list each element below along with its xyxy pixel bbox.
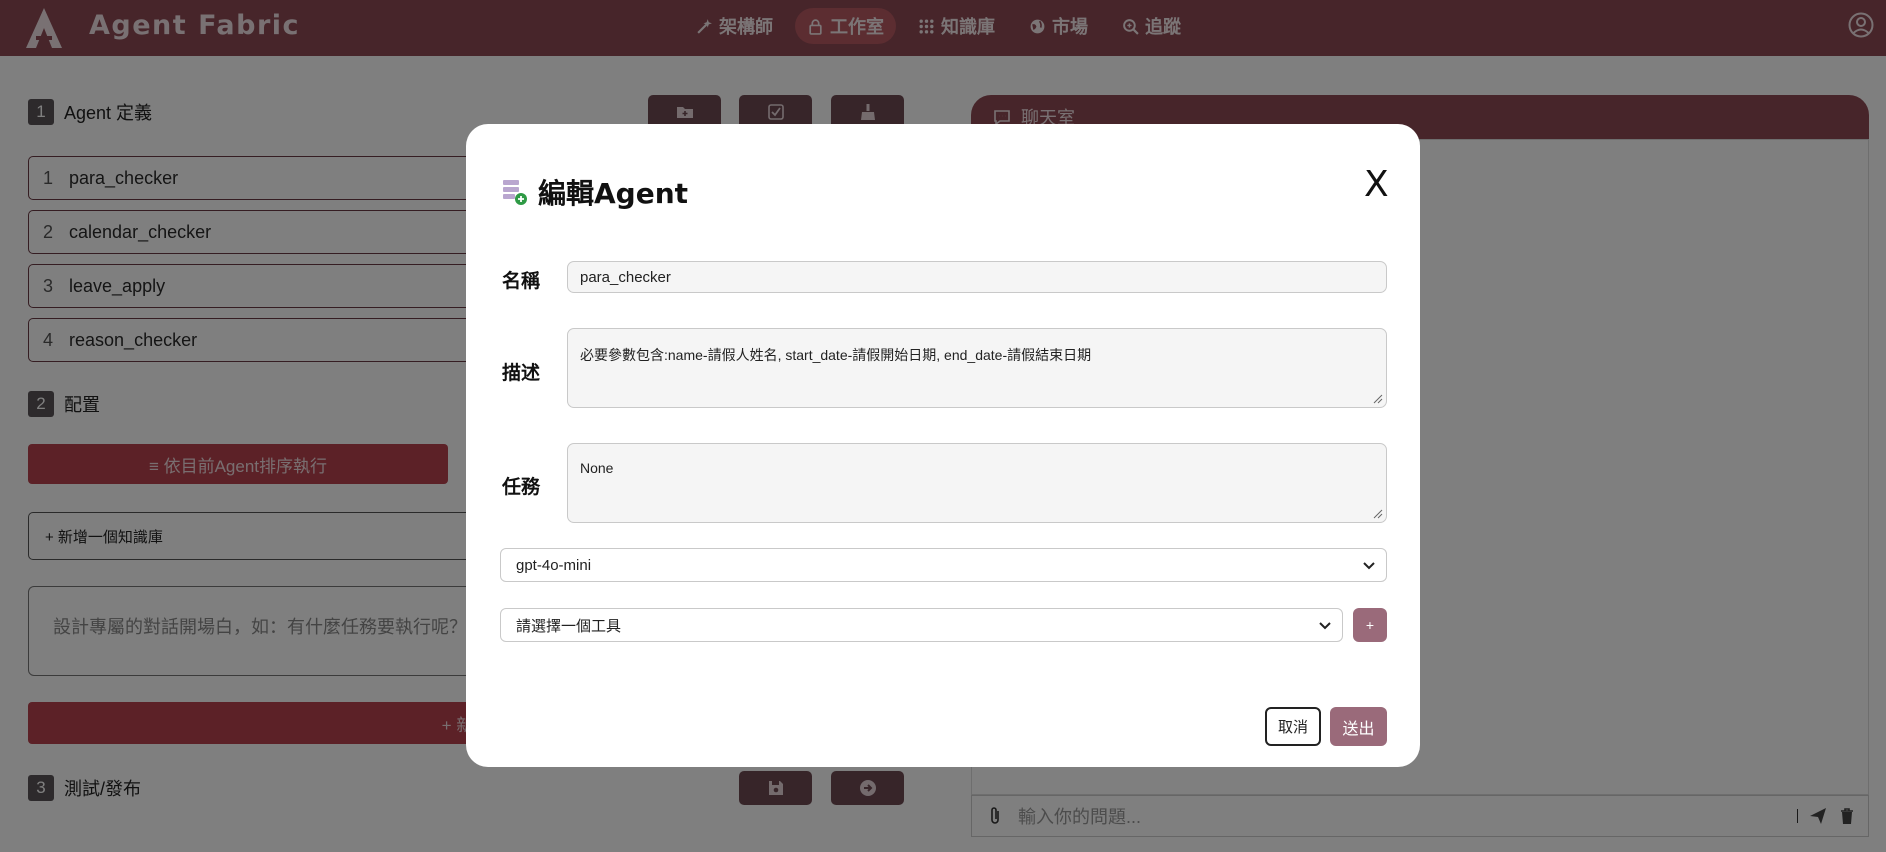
- close-button[interactable]: X: [1364, 164, 1389, 205]
- description-label: 描述: [502, 363, 541, 384]
- add-tool-button[interactable]: +: [1353, 608, 1387, 642]
- modal-title: 編輯Agent: [502, 172, 688, 212]
- modal-title-text: 編輯Agent: [538, 177, 689, 210]
- chevron-down-icon: [1319, 622, 1331, 630]
- tool-select-value: 請選擇一個工具: [516, 617, 622, 635]
- resize-handle-icon[interactable]: [1373, 394, 1383, 404]
- resize-handle-icon[interactable]: [1373, 509, 1383, 519]
- description-textarea[interactable]: 必要參數包含:name-請假人姓名, start_date-請假開始日期, en…: [567, 328, 1387, 408]
- cancel-button[interactable]: 取消: [1265, 707, 1321, 746]
- submit-button[interactable]: 送出: [1330, 707, 1387, 746]
- task-text: None: [580, 460, 614, 476]
- edit-agent-modal: 編輯Agent X 名稱 para_checker 描述 必要參數包含:name…: [466, 124, 1420, 767]
- task-label: 任務: [502, 477, 541, 498]
- chevron-down-icon: [1363, 562, 1375, 570]
- model-select[interactable]: gpt-4o-mini: [500, 548, 1387, 582]
- database-add-icon: [503, 180, 527, 205]
- name-input[interactable]: para_checker: [567, 261, 1387, 293]
- description-text: 必要參數包含:name-請假人姓名, start_date-請假開始日期, en…: [580, 347, 1092, 363]
- tool-select[interactable]: 請選擇一個工具: [500, 608, 1343, 642]
- model-select-value: gpt-4o-mini: [516, 556, 592, 574]
- name-label: 名稱: [502, 271, 541, 292]
- task-textarea[interactable]: None: [567, 443, 1387, 523]
